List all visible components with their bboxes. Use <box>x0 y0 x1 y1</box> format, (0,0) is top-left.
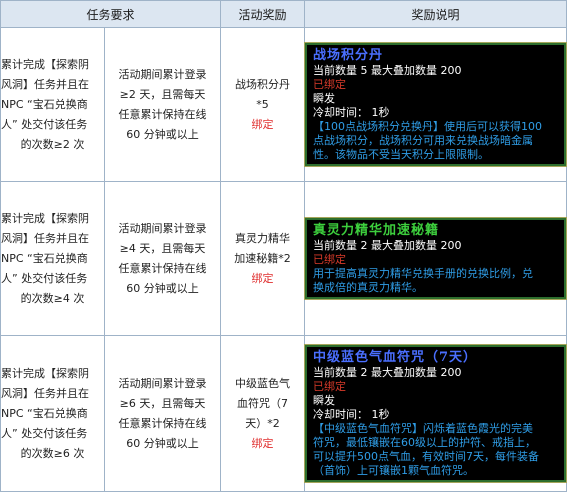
reward-line: 加速秘籍*2 <box>234 251 291 265</box>
item-bound-status: 已绑定 <box>313 380 347 393</box>
req-line: 人” 处交付该任务 <box>1 117 88 131</box>
req-line: 累计完成【探索阴 <box>1 211 89 225</box>
item-description-line: 【100点战场积分兑换丹】使用后可以获得100 <box>313 120 543 133</box>
cond-line: 60 分钟或以上 <box>126 281 199 295</box>
header-task-requirement: 任务要求 <box>0 0 222 28</box>
item-bound-status: 已绑定 <box>313 78 347 91</box>
item-description-line: 性。该物品不受当天积分上限限制。 <box>313 148 490 161</box>
item-cooldown: 冷却时间： 1秒 <box>313 408 390 421</box>
reward-cell: 真灵力精华 加速秘籍*2 绑定 <box>220 181 306 336</box>
req-line: 人” 处交付该任务 <box>1 271 88 285</box>
cond-line: 活动期间累计登录 <box>118 67 207 81</box>
req-line: 累计完成【探索阴 <box>1 366 89 380</box>
req-line: NPC “宝石兑换商 <box>1 97 88 111</box>
item-title: 战场积分丹 <box>313 48 384 63</box>
item-cast-type: 瞬发 <box>313 394 336 407</box>
item-quantity: 当前数量 2 最大叠加数量 200 <box>313 239 462 252</box>
item-description-line: 符咒，最低镶嵌在60级以上的护符、戒指上， <box>313 436 537 449</box>
item-quantity: 当前数量 2 最大叠加数量 200 <box>313 366 462 379</box>
item-cast-type: 瞬发 <box>313 92 336 105</box>
reward-line: 战场积分丹 <box>235 77 291 91</box>
header-reward-description: 奖励说明 <box>304 0 568 28</box>
bind-badge: 绑定 <box>251 436 274 450</box>
task-requirement-cell: 累计完成【探索阴 风洞】任务并且在 NPC “宝石兑换商 人” 处交付该任务 的… <box>0 181 105 336</box>
reward-cell: 战场积分丹 *5 绑定 <box>220 27 306 182</box>
cond-line: 活动期间累计登录 <box>118 221 207 235</box>
cond-line: 任意累计保持在线 <box>118 107 207 121</box>
reward-description-cell: 真灵力精华加速秘籍 当前数量 2 最大叠加数量 200 已绑定 用于提高真灵力精… <box>304 181 568 336</box>
cond-line: ≥6 天，且需每天 <box>119 396 206 410</box>
reward-table: 任务要求 活动奖励 奖励说明 累计完成【探索阴 风洞】任务并且在 NPC “宝石… <box>0 0 568 492</box>
reward-line: *5 <box>256 97 269 111</box>
task-requirement-cell: 累计完成【探索阴 风洞】任务并且在 NPC “宝石兑换商 人” 处交付该任务 的… <box>0 335 105 492</box>
item-description-line: 点战场积分，战场积分可用来兑换战场暗金属 <box>313 134 534 147</box>
req-line: 的次数≥4 次 <box>20 291 85 305</box>
bind-badge: 绑定 <box>251 271 274 285</box>
header-row: 任务要求 活动奖励 奖励说明 <box>0 0 568 28</box>
reward-line: 血符咒（7 <box>237 396 289 410</box>
cond-line: 60 分钟或以上 <box>126 436 199 450</box>
item-title: 真灵力精华加速秘籍 <box>313 223 440 238</box>
item-title: 中级蓝色气血符咒（7天） <box>313 350 478 365</box>
login-condition-cell: 活动期间累计登录 ≥4 天，且需每天 任意累计保持在线 60 分钟或以上 <box>103 181 222 336</box>
item-tooltip-card: 真灵力精华加速秘籍 当前数量 2 最大叠加数量 200 已绑定 用于提高真灵力精… <box>304 217 568 300</box>
table-row: 累计完成【探索阴 风洞】任务并且在 NPC “宝石兑换商 人” 处交付该任务 的… <box>0 335 568 492</box>
req-line: 风洞】任务并且在 <box>1 231 89 245</box>
req-line: 人” 处交付该任务 <box>1 426 88 440</box>
reward-line: 真灵力精华 <box>235 231 291 245</box>
item-description-line: （首饰）上可镶嵌1颗气血符咒。 <box>313 464 475 477</box>
item-description-line: 用于提高真灵力精华兑换手册的兑换比例，兑 <box>313 267 534 280</box>
reward-cell: 中级蓝色气 血符咒（7 天）*2 绑定 <box>220 335 306 492</box>
reward-line: 天）*2 <box>245 416 280 430</box>
req-line: NPC “宝石兑换商 <box>1 251 88 265</box>
header-activity-reward: 活动奖励 <box>220 0 306 28</box>
req-line: 的次数≥2 次 <box>20 137 85 151</box>
reward-line: 中级蓝色气 <box>235 376 291 390</box>
item-description-line: 可以提升500点气血，有效时间7天，每件装备 <box>313 450 540 463</box>
item-quantity: 当前数量 5 最大叠加数量 200 <box>313 64 462 77</box>
table-row: 累计完成【探索阴 风洞】任务并且在 NPC “宝石兑换商 人” 处交付该任务 的… <box>0 27 568 182</box>
cond-line: 任意累计保持在线 <box>118 416 207 430</box>
cond-line: 活动期间累计登录 <box>118 376 207 390</box>
reward-description-cell: 战场积分丹 当前数量 5 最大叠加数量 200 已绑定 瞬发 冷却时间： 1秒 … <box>304 27 568 182</box>
login-condition-cell: 活动期间累计登录 ≥2 天，且需每天 任意累计保持在线 60 分钟或以上 <box>103 27 222 182</box>
cond-line: ≥2 天，且需每天 <box>119 87 206 101</box>
item-cooldown: 冷却时间： 1秒 <box>313 106 390 119</box>
req-line: 累计完成【探索阴 <box>1 57 89 71</box>
cond-line: ≥4 天，且需每天 <box>119 241 206 255</box>
item-tooltip-card: 中级蓝色气血符咒（7天） 当前数量 2 最大叠加数量 200 已绑定 瞬发 冷却… <box>304 344 568 483</box>
cond-line: 60 分钟或以上 <box>126 127 199 141</box>
req-line: 的次数≥6 次 <box>20 446 85 460</box>
login-condition-cell: 活动期间累计登录 ≥6 天，且需每天 任意累计保持在线 60 分钟或以上 <box>103 335 222 492</box>
cond-line: 任意累计保持在线 <box>118 261 207 275</box>
item-tooltip-card: 战场积分丹 当前数量 5 最大叠加数量 200 已绑定 瞬发 冷却时间： 1秒 … <box>304 42 568 167</box>
req-line: NPC “宝石兑换商 <box>1 406 88 420</box>
item-description-line: 换成倍的真灵力精华。 <box>313 281 424 294</box>
task-requirement-cell: 累计完成【探索阴 风洞】任务并且在 NPC “宝石兑换商 人” 处交付该任务 的… <box>0 27 105 182</box>
bind-badge: 绑定 <box>251 117 274 131</box>
item-bound-status: 已绑定 <box>313 253 347 266</box>
item-description-line: 【中级蓝色气血符咒】闪烁着蓝色霞光的完美 <box>313 422 534 435</box>
table-row: 累计完成【探索阴 风洞】任务并且在 NPC “宝石兑换商 人” 处交付该任务 的… <box>0 181 568 336</box>
reward-description-cell: 中级蓝色气血符咒（7天） 当前数量 2 最大叠加数量 200 已绑定 瞬发 冷却… <box>304 335 568 492</box>
req-line: 风洞】任务并且在 <box>1 386 89 400</box>
req-line: 风洞】任务并且在 <box>1 77 89 91</box>
